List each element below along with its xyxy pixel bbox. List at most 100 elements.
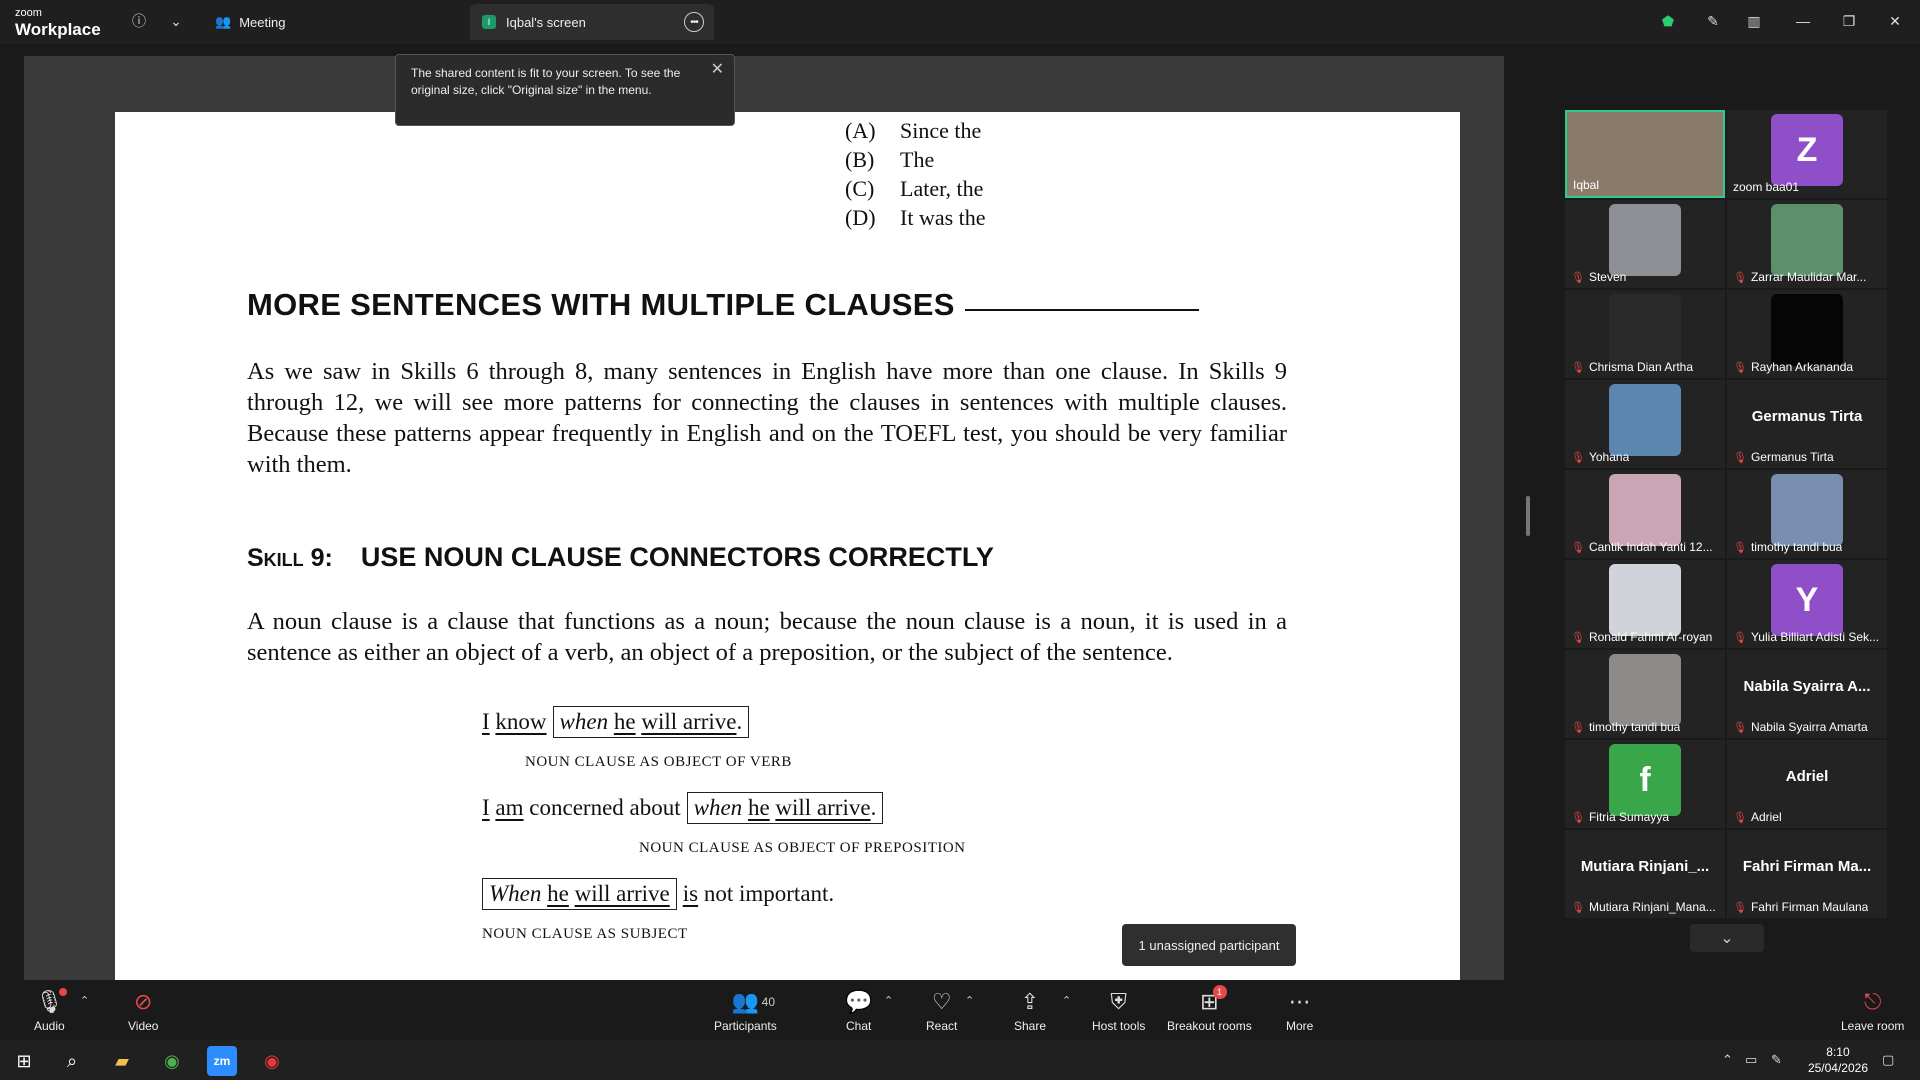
participant-video [1609,294,1681,366]
unassigned-notice-text: 1 unassigned participant [1138,937,1280,953]
gallery-scroll-down-icon[interactable]: ⌄ [1690,924,1764,952]
participant-tile[interactable]: 🎙 Steven [1565,200,1725,288]
fit-to-screen-toast: The shared content is fit to your screen… [395,54,735,126]
participant-tile[interactable]: 🎙 Ronald Fahmi Ar-royan [1565,560,1725,648]
participant-tile[interactable]: Iqbal [1565,110,1725,198]
close-icon[interactable]: ✕ [711,61,724,78]
zoom-app-icon[interactable]: zm [207,1046,237,1076]
participant-video [1609,654,1681,726]
annotate-pen-icon[interactable]: ✎ [1702,10,1724,32]
more-button[interactable]: ⋯ More [1286,988,1313,1033]
participant-tile[interactable]: Fahri Firman Ma... 🎙 Fahri Firman Maulana [1727,830,1887,918]
participant-name: 🎙 Chrisma Dian Artha [1571,360,1693,374]
participant-name: 🎙 timothy tandi bua [1571,720,1680,734]
chevron-down-icon[interactable]: ⌄ [165,10,187,32]
meeting-info-icon[interactable]: ⓘ [128,10,150,32]
tray-chevron-icon[interactable]: ⌃ [1722,1052,1733,1068]
chrome-profile-icon[interactable]: ◉ [254,1046,290,1076]
participant-tile[interactable]: f 🎙 Fitria Sumayya [1565,740,1725,828]
participant-name-text: Adriel [1750,810,1782,824]
file-explorer-icon[interactable]: ▰ [104,1046,140,1076]
breakout-rooms-button[interactable]: ⊞ 1 Breakout rooms [1167,985,1252,1033]
shield-icon[interactable]: ⬟ [1657,10,1679,32]
participant-name: 🎙 Fahri Firman Maulana [1733,900,1868,914]
audio-options-caret[interactable]: ⌃ [80,994,89,1007]
pen-tray-icon[interactable]: ✎ [1771,1052,1782,1068]
participant-tile[interactable]: 🎙 Rayhan Arkananda [1727,290,1887,378]
participant-display-name: Germanus Tirta [1751,408,1863,425]
minimize-icon[interactable]: — [1792,10,1814,32]
participant-tile[interactable]: 🎙 timothy tandi bua [1565,650,1725,738]
participant-avatar: f [1609,744,1681,816]
microphone-icon: 🎙 [35,988,68,1016]
chat-options-caret[interactable]: ⌃ [884,994,893,1007]
audio-button[interactable]: 🎙 Audio [34,988,68,1033]
option-a: (A) Since the [845,118,982,143]
restore-icon[interactable]: ❐ [1838,10,1860,32]
chrome-icon[interactable]: ◉ [154,1046,190,1076]
host-tools-button[interactable]: ⛨ Host tools [1092,988,1145,1033]
clock-time: 8:10 [1826,1045,1850,1059]
muted-mic-icon: 🎙 [1733,901,1747,914]
notifications-icon[interactable]: ▢ [1882,1052,1894,1068]
react-button[interactable]: ♡ React [926,988,957,1033]
example-object-of-verb: I know when he will arrive. [482,706,755,738]
more-options-icon[interactable]: ••• [684,12,704,32]
muted-mic-icon: 🎙 [1571,811,1585,824]
participant-video [1771,204,1843,276]
system-clock[interactable]: 8:10 25/04/2026 [1808,1044,1868,1076]
react-options-caret[interactable]: ⌃ [965,994,974,1007]
participant-tile[interactable]: Zzoom baa01 [1727,110,1887,198]
search-icon[interactable]: ⌕ [54,1046,90,1076]
participant-tile[interactable]: Nabila Syairra A... 🎙 Nabila Syairra Amart… [1727,650,1887,738]
participant-video [1609,204,1681,276]
example-object-of-preposition: I am concerned about when he will arrive… [482,792,889,824]
participant-avatar: Z [1771,114,1843,186]
share-button[interactable]: ⇪ Share [1014,988,1046,1033]
participant-name: zoom baa01 [1733,180,1799,194]
chat-button[interactable]: 💬 Chat [845,988,872,1033]
toast-text: The shared content is fit to your screen… [411,66,681,97]
noun-clause-paragraph: A noun clause is a clause that functions… [247,608,1287,666]
caption-subject: NOUN CLAUSE AS SUBJECT [482,926,688,942]
logo-line2: Workplace [15,20,101,39]
participant-name: 🎙 Steven [1571,270,1626,284]
screen-tab-initial-icon: I [482,15,496,29]
participant-tile[interactable]: Y 🎙 Yulia Billiart Adisti Sek... [1727,560,1887,648]
windows-start-icon[interactable]: ⊞ [6,1046,42,1076]
participant-tile[interactable]: 🎙 Chrisma Dian Artha [1565,290,1725,378]
participant-tile[interactable]: 🎙 Zarrar Maulidar Mar... [1727,200,1887,288]
participant-display-name: Fahri Firman Ma... [1742,858,1872,875]
video-button[interactable]: ⊘ Video [128,988,158,1033]
close-window-icon[interactable]: ✕ [1884,10,1906,32]
clock-date: 25/04/2026 [1807,1061,1868,1075]
participant-tile[interactable]: 🎙 timothy tandi bua [1727,470,1887,558]
participant-name-text: Fahri Firman Maulana [1750,900,1869,914]
participant-tile[interactable]: Mutiara Rinjani_... 🎙 Mutiara Rinjani_Mana… [1565,830,1725,918]
shared-screen-tab[interactable]: I Iqbal's screen ••• [470,4,714,40]
caption-object-of-verb: NOUN CLAUSE AS OBJECT OF VERB [525,754,792,770]
share-screen-icon: ⇪ [1020,989,1040,1014]
participant-tile[interactable]: 🎙 Yohana [1565,380,1725,468]
panel-resize-handle[interactable] [1526,496,1530,536]
screen-tab-label: Iqbal's screen [506,14,586,30]
participant-tile[interactable]: 🎙 Cantik Indah Yanti 12... [1565,470,1725,558]
muted-mic-icon: 🎙 [1571,271,1585,284]
meeting-toolbar: 🎙 Audio ⌃ ⊘ Video 👥 40 Participants 💬 Cha… [0,980,1920,1040]
network-icon[interactable]: ▭ [1745,1052,1757,1068]
participant-tile[interactable]: Germanus Tirta 🎙 Germanus Tirta [1727,380,1887,468]
participants-icon: 👥 40 [731,989,775,1014]
participant-name-text: Rayhan Arkananda [1750,360,1854,374]
unassigned-participant-notice[interactable]: 1 unassigned participant [1122,924,1296,966]
option-c: (C) Later, the [845,176,984,201]
view-layout-icon[interactable]: ▥ [1743,10,1765,32]
participants-button[interactable]: 👥 40 Participants [714,988,777,1033]
participant-name: 🎙 Yohana [1571,450,1629,464]
share-options-caret[interactable]: ⌃ [1062,994,1071,1007]
participant-tile[interactable]: Adriel 🎙 Adriel [1727,740,1887,828]
participant-name: 🎙 Cantik Indah Yanti 12... [1571,540,1713,554]
muted-mic-icon: 🎙 [1571,631,1585,644]
leave-room-button[interactable]: ⎋ Leave room [1841,988,1904,1033]
os-taskbar: ⊞ ⌕ ▰ ◉ zm ◉ ⌃ ▭ ✎ 8:10 25/04/2026 ▢ [0,1040,1920,1080]
meeting-tab[interactable]: 👥 Meeting [215,8,285,36]
